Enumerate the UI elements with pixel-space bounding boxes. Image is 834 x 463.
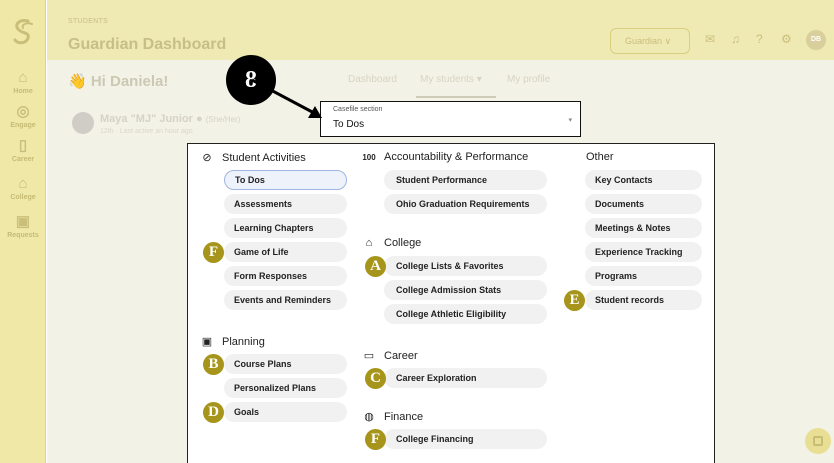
menu-item-events-reminders[interactable]: Events and Reminders (224, 290, 347, 310)
section-college: ⌂ College (362, 237, 422, 249)
chat-button[interactable] (805, 428, 831, 454)
menu-item-programs[interactable]: Programs (585, 266, 702, 286)
menu-item-to-dos[interactable]: To Dos (224, 170, 347, 190)
annotation-badge: C (365, 368, 386, 389)
section-title: Student Activities (222, 151, 306, 164)
section-accountability: 100 Accountability & Performance (362, 151, 528, 163)
tab-my-students[interactable]: My students ▾ (420, 74, 482, 85)
section-title: Planning (222, 335, 265, 348)
tab-dashboard[interactable]: Dashboard (348, 74, 397, 85)
annotation-badge: A (365, 256, 386, 277)
annotation-badge: D (203, 402, 224, 423)
section-title: Finance (384, 410, 424, 423)
help-icon[interactable]: ? (756, 32, 763, 46)
menu-item-student-records[interactable]: Student records (585, 290, 702, 310)
menu-item-key-contacts[interactable]: Key Contacts (585, 170, 702, 190)
menu-item-learning-chapters[interactable]: Learning Chapters (224, 218, 347, 238)
casefile-dropdown-panel: ⊘ Student Activities To Dos Assessments … (187, 143, 715, 463)
menu-item-college-lists[interactable]: College Lists & Favorites (384, 256, 547, 276)
menu-item-game-of-life[interactable]: Game of Life (224, 242, 347, 262)
briefcase-icon: ▭ (363, 350, 375, 362)
tab-my-profile[interactable]: My profile (507, 74, 550, 85)
score-icon: 100 (362, 152, 376, 162)
student-meta: 12th · Last active an hour ago (100, 128, 193, 135)
coins-icon: ◍ (364, 411, 374, 423)
sidebar-item-career[interactable]: ▯ Career (0, 137, 46, 164)
section-finance: ◍ Finance (362, 410, 424, 424)
sidebar-item-college[interactable]: ⌂ College (0, 175, 46, 202)
chevron-down-icon: ∨ (664, 36, 672, 46)
breadcrumb: STUDENTS (68, 18, 109, 25)
menu-item-career-exploration[interactable]: Career Exploration (384, 368, 547, 388)
section-title: Career (384, 349, 418, 362)
sidebar-item-label: Home (13, 88, 33, 95)
sidebar: ⌂ Home ◎ Engage ▯ Career ⌂ College ▣ Req… (0, 0, 46, 463)
college-icon: ⌂ (18, 175, 28, 192)
student-pronouns: (She/Her) (205, 115, 241, 124)
sidebar-item-engage[interactable]: ◎ Engage (0, 103, 46, 130)
annotation-badge: E (564, 290, 585, 311)
student-avatar (72, 112, 94, 134)
annotation-badge: F (203, 242, 224, 263)
sidebar-item-label: Requests (7, 232, 39, 239)
sidebar-item-label: Engage (10, 122, 36, 129)
menu-item-assessments[interactable]: Assessments (224, 194, 347, 214)
role-select[interactable]: Guardian ∨ (610, 28, 690, 54)
annotation-badge: F (365, 429, 386, 450)
casefile-value: To Dos (333, 119, 365, 130)
active-tab-indicator (416, 96, 496, 98)
menu-item-ohio-graduation[interactable]: Ohio Graduation Requirements (384, 194, 547, 214)
section-title: Other (586, 151, 614, 163)
menu-item-college-athletic[interactable]: College Athletic Eligibility (384, 304, 547, 324)
section-career: ▭ Career (362, 349, 418, 363)
sidebar-item-label: Career (11, 156, 35, 163)
gear-icon[interactable]: ⚙ (781, 32, 792, 46)
menu-item-college-admission-stats[interactable]: College Admission Stats (384, 280, 547, 300)
role-select-value: Guardian (625, 36, 663, 46)
bell-icon[interactable]: ♫ (731, 32, 740, 46)
mail-icon[interactable]: ✉ (705, 32, 715, 46)
student-name-text: Maya "MJ" Junior (100, 113, 193, 125)
section-student-activities: ⊘ Student Activities (200, 151, 306, 165)
casefile-section-select[interactable]: Casefile section To Dos ▾ (320, 101, 581, 137)
info-icon: ● (196, 113, 203, 125)
student-name: Maya "MJ" Junior ● (She/Her) (100, 113, 240, 125)
app-logo-icon (13, 19, 33, 45)
casefile-label: Casefile section (333, 106, 383, 113)
section-other: Other (586, 151, 614, 163)
menu-item-course-plans[interactable]: Course Plans (224, 354, 347, 374)
menu-item-meetings-notes[interactable]: Meetings & Notes (585, 218, 702, 238)
menu-item-college-financing[interactable]: College Financing (384, 429, 547, 449)
section-title: Accountability & Performance (384, 151, 529, 163)
briefcase-icon: ▯ (18, 137, 28, 154)
section-title: College (384, 237, 422, 249)
sidebar-item-label: College (10, 194, 36, 201)
chat-icon (813, 436, 823, 446)
arrow-icon (251, 78, 322, 118)
menu-item-personalized-plans[interactable]: Personalized Plans (224, 378, 347, 398)
menu-item-experience-tracking[interactable]: Experience Tracking (585, 242, 702, 262)
annotation-badge: B (203, 354, 224, 375)
page-title: Guardian Dashboard (68, 36, 227, 53)
home-icon: ⌂ (18, 69, 28, 86)
menu-item-goals[interactable]: Goals (224, 402, 347, 422)
section-planning: ▣ Planning (200, 335, 265, 349)
avatar[interactable]: DB (806, 30, 826, 50)
menu-item-documents[interactable]: Documents (585, 194, 702, 214)
menu-item-form-responses[interactable]: Form Responses (224, 266, 347, 286)
chevron-down-icon: ▾ (568, 117, 572, 124)
sidebar-item-home[interactable]: ⌂ Home (0, 69, 46, 96)
sidebar-item-requests[interactable]: ▣ Requests (0, 213, 46, 240)
clipboard-icon: ▣ (201, 336, 213, 348)
college-icon: ⌂ (365, 237, 373, 249)
activity-icon: ⊘ (202, 152, 212, 164)
engage-icon: ◎ (16, 103, 30, 120)
greeting: 👋 Hi Daniela! (68, 73, 169, 90)
menu-item-student-performance[interactable]: Student Performance (384, 170, 547, 190)
inbox-icon: ▣ (15, 213, 31, 230)
